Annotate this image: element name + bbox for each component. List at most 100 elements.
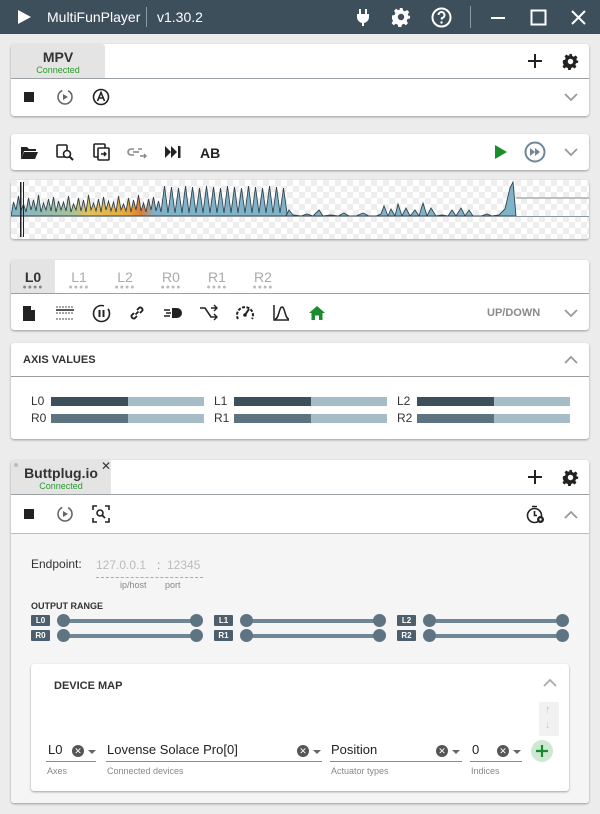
file-icon[interactable] (18, 302, 40, 324)
range-lines-icon[interactable] (54, 302, 76, 324)
range-min-handle[interactable] (240, 629, 253, 642)
port-value[interactable]: 12345 (167, 558, 200, 572)
output-range-slider[interactable] (423, 629, 569, 642)
tab-axis-l2[interactable]: L2 ●●●● (103, 269, 147, 292)
range-min-handle[interactable] (423, 614, 436, 627)
tab-axis-r2[interactable]: R2 ●●●● (241, 269, 285, 292)
host-value[interactable]: 127.0.0.1 (96, 558, 146, 572)
link-arrow-icon[interactable] (126, 141, 148, 163)
plugin-icon[interactable] (354, 8, 372, 26)
settings-gear-icon[interactable] (391, 7, 411, 27)
auto-reconnect-icon[interactable] (54, 503, 76, 525)
chevron-up-icon[interactable] (560, 348, 582, 370)
endpoint-input[interactable]: 127.0.0.1 : 12345 (96, 556, 203, 578)
chevron-down-icon[interactable] (560, 141, 582, 163)
curve-icon[interactable] (270, 302, 292, 324)
buttplug-card: Buttplug.io Connected ✕ Endpoint: 127.0.… (11, 459, 589, 803)
output-range-slider[interactable] (240, 629, 386, 642)
axis-tab-dots: ●●●● (114, 284, 136, 291)
tab-buttplug[interactable]: Buttplug.io Connected (11, 460, 111, 494)
range-min-handle[interactable] (240, 614, 253, 627)
auto-connect-icon[interactable] (90, 86, 112, 108)
clear-icon[interactable]: ✕ (436, 745, 448, 757)
play-icon[interactable] (490, 141, 512, 163)
link-icon[interactable] (126, 302, 148, 324)
chevron-down-icon[interactable] (560, 86, 582, 108)
stop-icon[interactable] (18, 503, 40, 525)
scan-device-icon[interactable] (90, 503, 112, 525)
range-min-handle[interactable] (423, 629, 436, 642)
range-max-handle[interactable] (373, 614, 386, 627)
add-icon[interactable] (524, 50, 546, 72)
chevron-down-icon[interactable] (560, 302, 582, 324)
output-range-slider[interactable] (423, 614, 569, 627)
axis-value-bar (417, 414, 570, 423)
index-select[interactable]: 0 ✕ (470, 740, 522, 762)
script-swap-icon[interactable] (90, 141, 112, 163)
buttplug-settings-gear-icon[interactable] (559, 466, 581, 488)
range-max-handle[interactable] (190, 614, 203, 627)
tab-mpv[interactable]: MPV Connected (11, 44, 105, 78)
speedometer-icon[interactable] (234, 302, 256, 324)
drag-handle-icon[interactable] (14, 463, 18, 467)
clear-icon[interactable]: ✕ (297, 745, 309, 757)
add-icon[interactable] (524, 466, 546, 488)
range-max-handle[interactable] (556, 629, 569, 642)
motion-blur-icon[interactable] (162, 302, 184, 324)
chevron-down-icon[interactable] (513, 750, 521, 754)
close-tab-icon[interactable]: ✕ (101, 459, 111, 473)
axis-tab-label: R1 (208, 269, 226, 285)
range-min-handle[interactable] (57, 614, 70, 627)
mpv-settings-gear-icon[interactable] (559, 50, 581, 72)
search-script-icon[interactable] (54, 141, 76, 163)
home-icon[interactable] (306, 302, 328, 324)
output-range-slider[interactable] (240, 614, 386, 627)
fast-forward-circle-icon[interactable] (524, 141, 546, 163)
range-min-handle[interactable] (57, 629, 70, 642)
chevron-up-icon[interactable] (560, 503, 582, 525)
chevron-down-icon[interactable] (313, 750, 321, 754)
axis-value-label: R0 (31, 411, 47, 425)
pause-circle-icon[interactable] (90, 302, 112, 324)
timer-settings-icon[interactable] (524, 503, 546, 525)
axis-select-value: L0 (48, 742, 63, 757)
move-up-icon[interactable]: ↑ (545, 704, 551, 716)
chevron-down-icon[interactable] (452, 750, 460, 754)
minimize-icon[interactable] (490, 10, 506, 26)
split-arrows-icon[interactable] (198, 302, 220, 324)
actuator-select[interactable]: Position ✕ (330, 740, 462, 762)
open-folder-icon[interactable] (18, 141, 40, 163)
skip-to-end-icon[interactable] (162, 141, 184, 163)
auto-reconnect-icon[interactable] (54, 86, 76, 108)
output-range-slider[interactable] (57, 614, 203, 627)
motion-type-label[interactable]: UP/DOWN (487, 307, 540, 319)
chevron-down-icon[interactable] (88, 750, 96, 754)
heatmap-graph (11, 180, 589, 239)
tab-axis-r1[interactable]: R1 ●●●● (195, 269, 239, 292)
axis-select[interactable]: L0 ✕ (46, 740, 96, 762)
buttplug-status: Connected (39, 481, 83, 491)
tab-axis-r0[interactable]: R0 ●●●● (149, 269, 193, 292)
title-bar: MultiFunPlayer v1.30.2 (0, 0, 600, 34)
divider (11, 376, 589, 377)
range-max-handle[interactable] (556, 614, 569, 627)
device-select[interactable]: Lovense Solace Pro[0] ✕ (106, 740, 322, 762)
range-max-handle[interactable] (373, 629, 386, 642)
stop-icon[interactable] (18, 86, 40, 108)
maximize-icon[interactable] (530, 9, 547, 26)
range-axis-tag: R1 (214, 630, 233, 641)
move-down-icon[interactable]: ↓ (545, 719, 551, 731)
tab-axis-l1[interactable]: L1 ●●●● (57, 269, 101, 292)
ab-repeat-button[interactable]: AB (200, 145, 220, 161)
clear-icon[interactable]: ✕ (497, 745, 509, 757)
clear-icon[interactable]: ✕ (72, 745, 84, 757)
chevron-up-icon[interactable] (539, 671, 561, 693)
range-max-handle[interactable] (190, 629, 203, 642)
script-heatmap[interactable] (11, 180, 589, 239)
close-icon[interactable] (570, 9, 587, 26)
add-mapping-button[interactable] (531, 740, 553, 762)
axis-tab-dots: ●●●● (160, 284, 182, 291)
tab-axis-l0[interactable]: L0 ●●●● (11, 269, 55, 292)
help-icon[interactable] (431, 7, 452, 28)
output-range-slider[interactable] (57, 629, 203, 642)
